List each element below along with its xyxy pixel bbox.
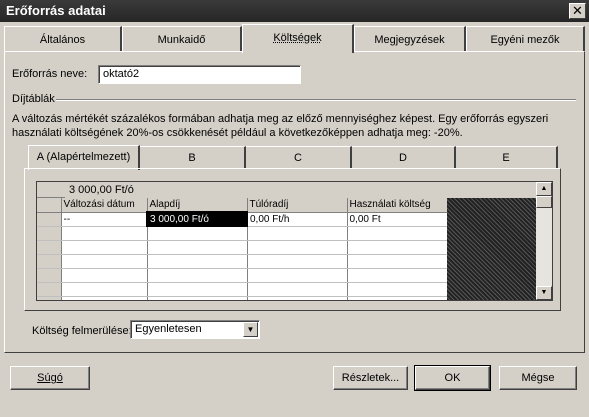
table-row bbox=[37, 268, 448, 283]
corner-cell bbox=[37, 198, 62, 213]
scroll-down-icon[interactable]: ▼ bbox=[536, 286, 552, 300]
cell-overtime-rate[interactable]: 0,00 Ft/h bbox=[247, 212, 348, 227]
tab-bar: Általános Munkaidő Költségek Megjegyzése… bbox=[0, 24, 589, 53]
chevron-down-icon[interactable]: ▼ bbox=[243, 322, 258, 337]
cell-per-use-cost[interactable]: 0,00 Ft bbox=[347, 212, 448, 227]
row-header[interactable] bbox=[37, 282, 62, 297]
resource-name-label: Erőforrás neve: bbox=[12, 68, 88, 80]
ok-button[interactable]: OK bbox=[414, 365, 491, 391]
close-button[interactable]: ✕ bbox=[569, 3, 586, 19]
row-header[interactable] bbox=[37, 268, 62, 283]
table-row: -- 3 000,00 Ft/ó 0,00 Ft/h 0,00 Ft bbox=[37, 211, 448, 227]
tab-rate-a[interactable]: A (Alapértelmezett) bbox=[28, 145, 140, 170]
table-row bbox=[37, 282, 448, 297]
cost-accrual-select[interactable]: Egyenletesen ▼ bbox=[130, 320, 260, 339]
rate-table-tabs: A (Alapértelmezett) B C D E bbox=[28, 145, 558, 170]
tab-costs[interactable]: Költségek bbox=[242, 24, 354, 53]
table-row bbox=[37, 226, 448, 241]
cost-accrual-value: Egyenletesen bbox=[135, 323, 202, 335]
tab-rate-d[interactable]: D bbox=[352, 146, 456, 168]
window-title: Erőforrás adatai bbox=[6, 3, 106, 18]
group-divider bbox=[56, 99, 576, 101]
rates-description: A változás mértékét százalékos formában … bbox=[12, 113, 549, 139]
cell-standard-rate[interactable]: 3 000,00 Ft/ó bbox=[146, 211, 248, 227]
help-button[interactable]: Súgó bbox=[10, 366, 90, 390]
column-header[interactable]: Túlóradíj bbox=[247, 198, 348, 213]
rate-grid: 3 000,00 Ft/ó Változási dátum Alapdíj Tú… bbox=[36, 181, 553, 301]
column-header[interactable]: Használati költség bbox=[347, 198, 448, 213]
table-row bbox=[37, 254, 448, 269]
scroll-up-icon[interactable]: ▲ bbox=[536, 182, 552, 196]
rate-table: Változási dátum Alapdíj Túlóradíj Haszná… bbox=[37, 198, 448, 300]
row-header[interactable] bbox=[37, 254, 62, 269]
tab-rate-b[interactable]: B bbox=[140, 146, 246, 168]
table-header: Változási dátum Alapdíj Túlóradíj Haszná… bbox=[37, 198, 448, 213]
table-row bbox=[37, 240, 448, 255]
row-header[interactable] bbox=[37, 226, 62, 241]
window-titlebar: Erőforrás adatai ✕ bbox=[0, 0, 589, 22]
scroll-thumb[interactable] bbox=[536, 196, 552, 208]
resource-name-field[interactable]: oktató2 bbox=[98, 65, 301, 84]
tab-custom-fields[interactable]: Egyéni mezők bbox=[466, 26, 585, 52]
vertical-scrollbar[interactable]: ▲ ▼ bbox=[536, 182, 552, 300]
cost-accrual-label: Költség felmerülése: bbox=[32, 325, 132, 337]
table-row bbox=[37, 296, 448, 300]
close-icon: ✕ bbox=[572, 3, 583, 18]
cancel-button[interactable]: Mégse bbox=[499, 366, 577, 390]
entry-bar: 3 000,00 Ft/ó bbox=[37, 182, 537, 198]
tab-rate-e[interactable]: E bbox=[456, 146, 558, 168]
column-header[interactable]: Változási dátum bbox=[61, 198, 148, 213]
rates-group-label: Díjtáblák bbox=[12, 93, 55, 105]
row-header[interactable] bbox=[37, 296, 62, 300]
details-button[interactable]: Részletek... bbox=[333, 366, 408, 390]
entry-bar-value[interactable]: 3 000,00 Ft/ó bbox=[65, 182, 537, 198]
cell-change-date[interactable]: -- bbox=[61, 212, 148, 227]
unused-column-area bbox=[447, 198, 537, 300]
row-header[interactable] bbox=[37, 212, 62, 227]
column-header[interactable]: Alapdíj bbox=[147, 198, 248, 213]
tab-working-time[interactable]: Munkaidő bbox=[122, 26, 242, 52]
row-header[interactable] bbox=[37, 240, 62, 255]
tab-notes[interactable]: Megjegyzések bbox=[354, 26, 466, 52]
tab-general[interactable]: Általános bbox=[4, 26, 122, 52]
tab-rate-c[interactable]: C bbox=[246, 146, 352, 168]
